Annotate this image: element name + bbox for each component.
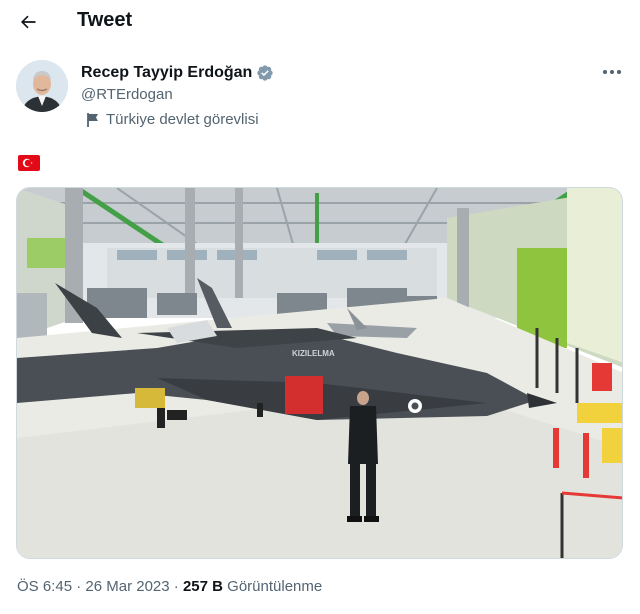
meta-separator: · — [76, 578, 82, 595]
arrow-left-icon — [20, 15, 36, 29]
tweet-time[interactable]: ÖS 6:45 — [17, 578, 72, 595]
affiliation-label[interactable]: Türkiye devlet görevlisi — [86, 111, 259, 129]
views-label: Görüntülenme — [227, 578, 323, 595]
author-name-text: Recep Tayyip Erdoğan — [81, 64, 253, 81]
back-button[interactable] — [14, 8, 42, 36]
tweet-meta: ÖS 6:45 · 26 Mar 2023 · 257 B Görüntülen… — [17, 577, 322, 597]
flag-icon — [87, 113, 98, 127]
more-options-button[interactable] — [600, 62, 624, 82]
avatar[interactable] — [16, 60, 68, 112]
author-name[interactable]: Recep Tayyip Erdoğan — [81, 63, 274, 83]
hangar-aircraft-photo: KIZILELMA — [17, 188, 622, 558]
tweet-photo[interactable]: KIZILELMA — [16, 187, 623, 559]
affiliation-text: Türkiye devlet görevlisi — [106, 111, 259, 128]
more-dots-icon — [603, 70, 621, 74]
views-count: 257 B — [182, 578, 223, 595]
aircraft-marking: KIZILELMA — [292, 349, 335, 358]
tweet-date[interactable]: 26 Mar 2023 — [85, 578, 169, 595]
meta-separator-2: · — [173, 578, 179, 595]
author-handle[interactable]: @RTErdogan — [81, 86, 173, 104]
page-title: Tweet — [77, 9, 133, 31]
verified-badge-icon — [257, 65, 273, 81]
top-bar: Tweet — [0, 0, 640, 42]
turkey-flag-emoji — [18, 155, 40, 171]
